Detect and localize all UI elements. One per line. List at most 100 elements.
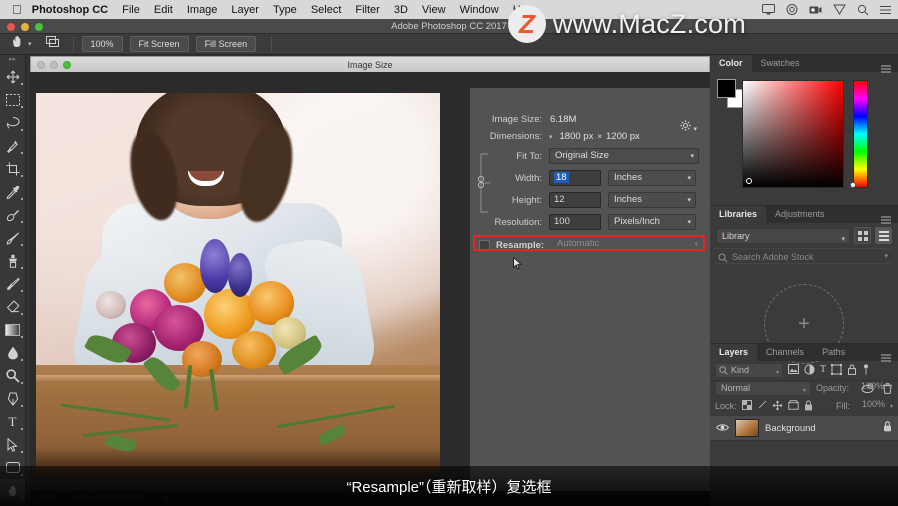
move-tool[interactable] <box>0 65 25 88</box>
zoom-level-button[interactable]: 100% <box>81 35 123 53</box>
menu-item-file[interactable]: File <box>122 4 140 16</box>
menu-item-view[interactable]: View <box>422 4 446 16</box>
doc-minimize-button[interactable] <box>50 61 58 69</box>
foreground-color-swatch[interactable] <box>717 79 736 98</box>
gradient-tool[interactable] <box>0 318 25 341</box>
tab-adjustments[interactable]: Adjustments <box>766 206 834 223</box>
width-unit-select[interactable]: Inches ▾ <box>608 170 696 186</box>
fit-screen-button[interactable]: Fit Screen <box>129 35 189 53</box>
image-preview[interactable] <box>36 93 440 475</box>
menu-item-edit[interactable]: Edit <box>154 4 173 16</box>
menu-item-image[interactable]: Image <box>187 4 218 16</box>
blur-tool[interactable] <box>0 341 25 364</box>
blend-mode-select[interactable]: Normal ▾ <box>715 380 811 396</box>
layer-name[interactable]: Background <box>765 423 877 434</box>
layer-filter-kind-select[interactable]: Kind ▾ <box>715 362 783 378</box>
search-icon[interactable] <box>857 4 869 16</box>
search-adobe-stock-input[interactable]: Search Adobe Stock ▾ <box>716 248 892 264</box>
fill-value[interactable]: 100% <box>855 399 885 413</box>
filter-type-icon[interactable]: T <box>820 365 826 375</box>
fill-chevron-icon[interactable]: ▾ <box>890 403 893 410</box>
panel-menu-icon[interactable] <box>881 349 892 367</box>
eraser-tool[interactable] <box>0 295 25 318</box>
tool-preset-icon[interactable] <box>45 35 61 54</box>
opacity-chevron-icon[interactable]: ▾ <box>889 385 892 392</box>
menu-item-window[interactable]: Window <box>460 4 499 16</box>
chevron-down-icon[interactable]: ▾ <box>884 249 888 265</box>
tab-swatches[interactable]: Swatches <box>752 55 809 72</box>
grid-view-icon[interactable] <box>854 227 871 244</box>
hue-slider[interactable] <box>850 80 868 188</box>
marquee-tool[interactable] <box>0 88 25 111</box>
tab-channels[interactable]: Channels <box>757 344 813 361</box>
eyedropper-tool[interactable] <box>0 180 25 203</box>
filter-smart-icon[interactable] <box>847 364 857 377</box>
fit-to-row: Fit To: Original Size ▾ <box>470 148 710 164</box>
hand-tool-icon[interactable] <box>10 34 25 54</box>
lock-artboard-icon[interactable] <box>787 400 799 412</box>
tools-panel: ▸▸ T <box>0 55 26 506</box>
screen-record-icon[interactable] <box>809 5 822 15</box>
doc-close-button[interactable] <box>37 61 45 69</box>
apple-icon[interactable]:  <box>12 3 22 16</box>
menu-item-layer[interactable]: Layer <box>231 4 259 16</box>
path-selection-tool[interactable] <box>0 433 25 456</box>
list-icon[interactable] <box>880 5 892 15</box>
color-picker-field[interactable] <box>742 80 844 188</box>
filter-image-icon[interactable] <box>788 364 799 376</box>
lock-transparency-icon[interactable] <box>741 400 752 412</box>
menu-item-select[interactable]: Select <box>311 4 342 16</box>
lock-image-icon[interactable] <box>757 400 767 412</box>
healing-brush-tool[interactable] <box>0 203 25 226</box>
width-input[interactable]: 18 <box>549 170 601 186</box>
dimensions-chevron-icon[interactable]: ▾ <box>549 133 553 141</box>
wifi-icon[interactable] <box>786 4 798 15</box>
crop-tool[interactable] <box>0 157 25 180</box>
opacity-value[interactable]: 100% <box>854 381 884 395</box>
gear-icon[interactable]: ▾ <box>680 120 697 134</box>
resolution-unit-select[interactable]: Pixels/Inch ▾ <box>608 214 696 230</box>
doc-zoom-button[interactable] <box>63 61 71 69</box>
shield-icon[interactable] <box>833 4 846 15</box>
tab-layers[interactable]: Layers <box>710 344 758 361</box>
layer-row-background[interactable]: Background <box>710 415 898 441</box>
lock-all-icon[interactable] <box>804 399 813 413</box>
menu-item-filter[interactable]: Filter <box>355 4 379 16</box>
library-select[interactable]: Library ▾ <box>716 227 850 244</box>
tab-color[interactable]: Color <box>710 55 752 72</box>
pen-tool[interactable] <box>0 387 25 410</box>
display-icon[interactable] <box>762 4 775 15</box>
tool-options-chevron-icon[interactable]: ▾ <box>28 40 32 48</box>
filter-adjustment-icon[interactable] <box>804 363 815 377</box>
resolution-input[interactable]: 100 <box>549 214 601 230</box>
fill-screen-button[interactable]: Fill Screen <box>195 35 257 53</box>
menu-item-type[interactable]: Type <box>273 4 297 16</box>
menu-item-photoshop[interactable]: Photoshop CC <box>32 4 108 16</box>
height-input[interactable]: 12 <box>549 192 601 208</box>
panel-menu-icon[interactable] <box>881 211 892 229</box>
lock-icon[interactable] <box>883 419 892 437</box>
menu-item-3d[interactable]: 3D <box>394 4 408 16</box>
list-view-icon[interactable] <box>875 227 892 244</box>
quick-selection-tool[interactable] <box>0 134 25 157</box>
link-chain-icon[interactable] <box>477 152 506 214</box>
toolbar-grip[interactable]: ▸▸ <box>0 55 25 65</box>
canvas-area[interactable]: Image Size: 6.18M ▾ Dimensions: ▾ 1800 p… <box>30 72 710 496</box>
height-unit-select[interactable]: Inches ▾ <box>608 192 696 208</box>
tab-paths[interactable]: Paths <box>813 344 854 361</box>
brush-tool[interactable] <box>0 226 25 249</box>
history-brush-tool[interactable] <box>0 272 25 295</box>
filter-shape-icon[interactable] <box>831 363 843 377</box>
dodge-tool[interactable] <box>0 364 25 387</box>
fill-label: Fill: <box>835 401 850 411</box>
clone-stamp-tool[interactable] <box>0 249 25 272</box>
lock-position-icon[interactable] <box>772 400 783 413</box>
tab-libraries[interactable]: Libraries <box>710 206 767 223</box>
type-tool[interactable]: T <box>0 410 25 433</box>
eye-icon[interactable] <box>715 419 730 437</box>
lasso-tool[interactable] <box>0 111 25 134</box>
filter-toggle-icon[interactable] <box>862 363 870 377</box>
hue-slider-handle[interactable] <box>850 182 856 188</box>
fit-to-select[interactable]: Original Size ▾ <box>549 148 699 164</box>
layer-thumbnail[interactable] <box>735 419 759 437</box>
